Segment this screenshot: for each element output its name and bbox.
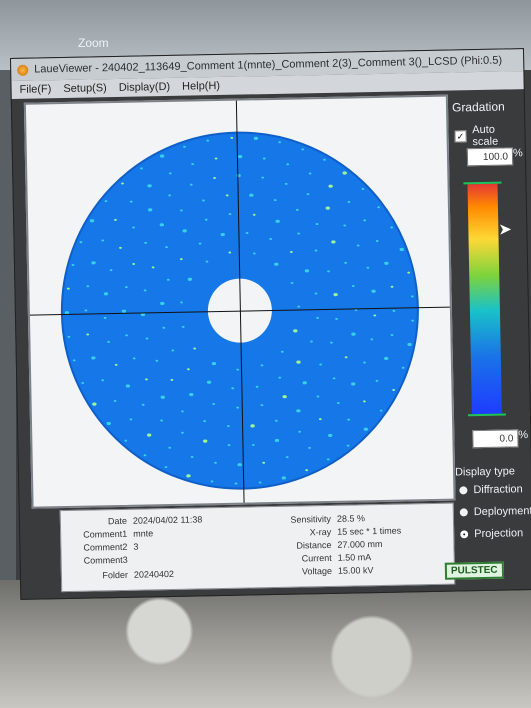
display-type-diffraction-label: Diffraction [473, 483, 523, 497]
date-label: Date [107, 515, 128, 527]
display-type-projection-label: Projection [474, 527, 524, 541]
comment2-label: Comment2 [83, 541, 128, 553]
diffraction-image-panel[interactable] [23, 94, 456, 509]
menu-setup[interactable]: Setup(S) [63, 82, 107, 95]
auto-scale-label: Auto scale [472, 123, 499, 149]
auto-scale-row: ✓ Auto scale [454, 123, 522, 148]
gradation-colorbar [467, 183, 502, 415]
gradation-lower-marker[interactable] [467, 413, 506, 417]
laue-viewer-window: LaueViewer - 240402_113649_Comment 1(mnt… [10, 48, 531, 600]
measurement-info-panel: Date 2024/04/02 11:38 Comment1 mnte Comm… [59, 502, 456, 593]
display-type-deployment[interactable]: Deployment [459, 505, 531, 519]
comment2-value: 3 [133, 541, 139, 552]
menu-display[interactable]: Display(D) [119, 81, 171, 94]
app-icon [17, 64, 29, 76]
gradation-max-unit: % [512, 147, 523, 160]
radio-selected-icon [460, 530, 469, 539]
auto-scale-checkbox[interactable]: ✓ [454, 130, 467, 143]
comment3-label: Comment3 [83, 554, 128, 566]
voltage-value: 15.00 kV [337, 565, 374, 576]
date-value: 2024/04/02 11:38 [132, 514, 203, 526]
current-label: Current [301, 552, 332, 564]
comment1-value: mnte [133, 528, 154, 539]
sensitivity-value: 28.5 % [336, 513, 366, 524]
radio-icon [459, 508, 468, 517]
xray-label: X-ray [309, 526, 332, 538]
comment1-label: Comment1 [83, 528, 128, 540]
background-surface [0, 580, 531, 708]
folder-label: Folder [102, 569, 129, 581]
pulstec-logo: PULSTEC [444, 561, 504, 580]
gradation-min-input[interactable]: 0.0 [472, 429, 519, 449]
xray-value: 15 sec * 1 times [337, 525, 402, 537]
gradation-title: Gradation [451, 99, 505, 115]
menu-help[interactable]: Help(H) [182, 80, 220, 93]
distance-value: 27.000 mm [337, 538, 383, 550]
radio-icon [459, 486, 468, 495]
folder-value: 20240402 [133, 568, 175, 580]
gradation-panel: Gradation ✓ Auto scale 100.0 % ➤ 0.0 % D… [448, 93, 531, 564]
display-type-projection[interactable]: Projection [460, 527, 523, 540]
background-zoom-label: Zoom [78, 36, 109, 50]
display-type-title: Display type [454, 465, 516, 479]
gradation-min-unit: % [518, 429, 529, 442]
voltage-label: Voltage [301, 565, 333, 577]
sensitivity-label: Sensitivity [290, 513, 332, 525]
gradation-max-input[interactable]: 100.0 [466, 147, 514, 167]
menu-file[interactable]: File(F) [19, 83, 51, 96]
display-type-deployment-label: Deployment [473, 505, 531, 519]
display-type-diffraction[interactable]: Diffraction [459, 483, 523, 496]
distance-label: Distance [296, 539, 332, 551]
current-value: 1.50 mA [337, 552, 372, 563]
mouse-cursor-icon: ➤ [498, 221, 512, 239]
